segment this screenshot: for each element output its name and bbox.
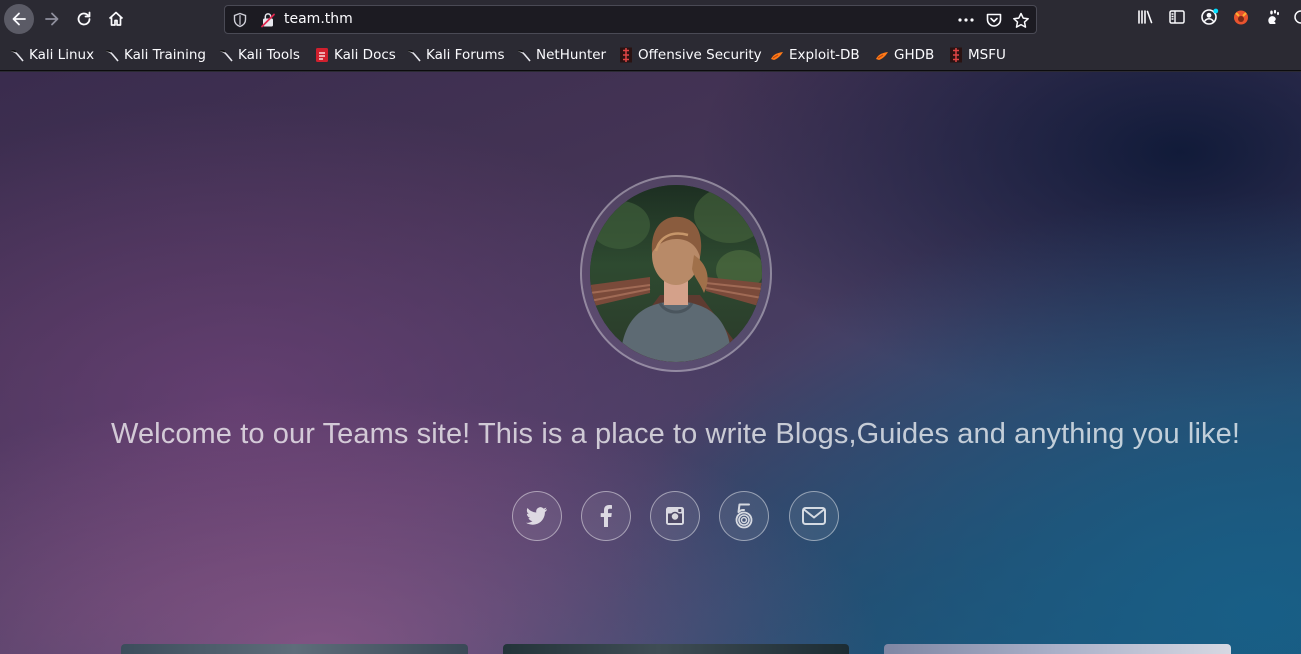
forward-button[interactable] (37, 4, 67, 34)
avatar-photo (590, 185, 762, 362)
library-icon[interactable] (1136, 8, 1154, 26)
reload-button[interactable] (69, 4, 99, 34)
bookmark-ghdb[interactable]: GHDB (875, 46, 934, 64)
kali-dragon-icon (10, 49, 24, 62)
500px-icon (735, 503, 753, 529)
page-content: Welcome to our Teams site! This is a pla… (0, 72, 1301, 654)
twitter-link[interactable] (512, 491, 562, 541)
bookmark-kali-forums[interactable]: Kali Forums (407, 46, 505, 64)
bookmark-label: NetHunter (536, 47, 607, 63)
bookmark-kali-tools[interactable]: Kali Tools (219, 46, 300, 64)
bookmark-label: MSFU (968, 47, 1006, 63)
sidebar-icon[interactable] (1168, 8, 1186, 26)
facebook-icon (600, 505, 612, 527)
bookmark-label: Kali Linux (29, 47, 95, 63)
post-card[interactable] (121, 644, 468, 654)
offsec-icon (950, 47, 962, 63)
bookmark-label: Exploit-DB (789, 47, 860, 63)
exploit-db-icon (876, 52, 888, 60)
social-links (512, 491, 842, 541)
post-card[interactable] (503, 644, 849, 654)
twitter-icon (526, 507, 547, 525)
bookmark-label: Kali Training (124, 47, 206, 63)
bookmark-kali-training[interactable]: Kali Training (105, 46, 206, 64)
bookmark-label: Kali Forums (426, 47, 505, 63)
email-link[interactable] (789, 491, 839, 541)
welcome-message: Welcome to our Teams site! This is a pla… (111, 418, 1240, 450)
kali-dragon-icon (219, 49, 233, 62)
exploit-db-icon (771, 52, 783, 60)
pocket-icon[interactable] (985, 12, 1003, 28)
email-icon (802, 507, 826, 525)
bookmark-label: Offensive Security (638, 47, 762, 63)
back-button[interactable] (4, 4, 34, 34)
kali-dragon-icon (407, 49, 421, 62)
home-icon (108, 11, 124, 26)
instagram-link[interactable] (650, 491, 700, 541)
post-card[interactable] (884, 644, 1231, 654)
overflow-extension-icon[interactable] (1292, 8, 1301, 26)
offsec-icon (620, 47, 632, 63)
facebook-link[interactable] (581, 491, 631, 541)
arrow-left-icon (12, 12, 26, 26)
bookmark-label: Kali Tools (238, 47, 300, 63)
500px-link[interactable] (719, 491, 769, 541)
account-icon[interactable] (1200, 8, 1219, 26)
avatar-image (590, 185, 762, 362)
bookmarks-toolbar: Kali Linux Kali Training Kali Tools Kali… (0, 40, 1301, 71)
bookmark-star-icon[interactable] (1012, 12, 1030, 29)
more-actions-icon[interactable] (957, 12, 975, 28)
kali-dragon-icon (105, 49, 119, 62)
kali-dragon-icon (517, 49, 531, 62)
extension-gnome-icon[interactable] (1264, 8, 1282, 26)
bookmark-kali-docs[interactable]: Kali Docs (315, 46, 396, 64)
bookmark-kali-linux[interactable]: Kali Linux (10, 46, 94, 64)
bookmark-exploit-db[interactable]: Exploit-DB (770, 46, 860, 64)
bookmark-nethunter[interactable]: NetHunter (517, 46, 606, 64)
bookmark-msfu[interactable]: MSFU (949, 46, 1006, 64)
shield-icon[interactable] (232, 12, 248, 28)
reload-icon (77, 11, 91, 26)
url-text[interactable]: team.thm (284, 11, 353, 27)
extension-fox-icon[interactable] (1232, 8, 1250, 26)
insecure-page-icon[interactable] (260, 12, 276, 28)
url-bar[interactable]: team.thm (224, 5, 1037, 34)
home-button[interactable] (101, 4, 131, 34)
bookmark-offensive-security[interactable]: Offensive Security (619, 46, 762, 64)
instagram-icon (666, 507, 684, 525)
kali-docs-icon (316, 48, 328, 62)
bookmark-label: GHDB (894, 47, 935, 63)
browser-toolbar: team.thm (0, 0, 1301, 40)
arrow-right-icon (45, 12, 59, 26)
bookmark-label: Kali Docs (334, 47, 396, 63)
avatar (580, 175, 772, 372)
